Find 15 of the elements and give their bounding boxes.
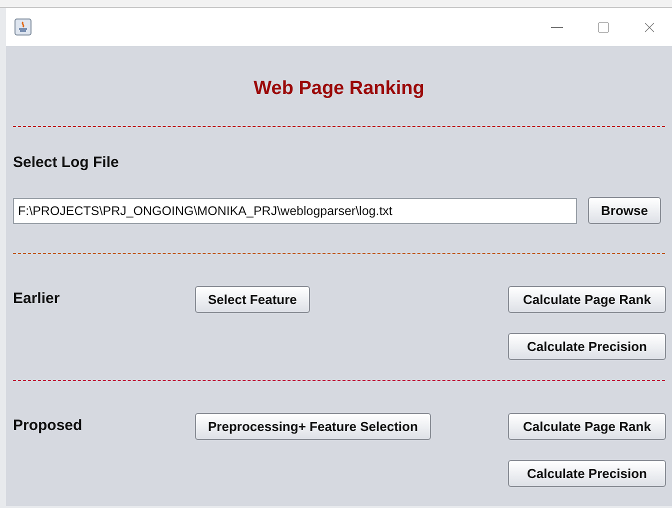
path-field[interactable]: F:\PROJECTS\PRJ_ONGOING\MONIKA_PRJ\weblogparser\log.txt [13,198,577,224]
page-rank-button[interactable]: Calculate Page Rank [508,286,666,313]
log-file-label: Select Log File [13,152,119,173]
section-label: Proposed [13,416,84,436]
precision-button[interactable]: Calculate Precision [508,460,666,487]
browse-button[interactable]: Browse [588,197,661,224]
minimize-icon [551,26,563,28]
section-label: Earlier [13,289,61,310]
app-icon [14,18,32,36]
precision-button[interactable]: Calculate Precision [508,333,666,360]
feature-button[interactable]: Select Feature [195,286,310,313]
page-rank-button[interactable]: Calculate Page Rank [508,413,666,440]
window-title: Web Page Ranking [254,76,424,101]
feature-button[interactable]: Preprocessing+ Feature Selection [195,413,431,440]
maximize-icon [596,20,610,34]
